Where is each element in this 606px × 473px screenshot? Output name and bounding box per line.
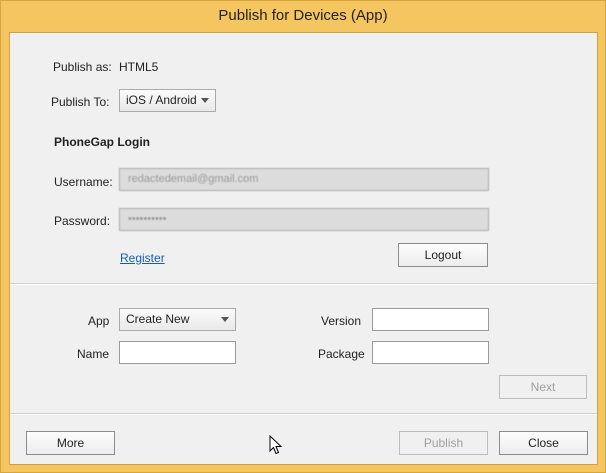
- publish-as-label: Publish as:: [53, 60, 112, 74]
- app-label: App: [88, 314, 110, 328]
- package-input[interactable]: [372, 341, 489, 364]
- app-selected: Create New: [126, 312, 190, 326]
- section-divider-2: [10, 413, 597, 415]
- dialog-title: Publish for Devices (App): [218, 7, 388, 24]
- publish-to-selected: iOS / Android: [126, 93, 197, 107]
- mouse-pointer-icon: [269, 435, 283, 455]
- chevron-down-icon: [221, 317, 229, 322]
- password-field[interactable]: ••••••••••: [119, 208, 489, 231]
- password-label: Password:: [54, 214, 111, 228]
- close-button[interactable]: Close: [499, 431, 588, 455]
- name-label: Name: [77, 347, 110, 361]
- dialog-body: Publish as: HTML5 Publish To: iOS / Andr…: [9, 32, 598, 465]
- logout-button[interactable]: Logout: [398, 243, 488, 267]
- next-button[interactable]: Next: [499, 375, 587, 399]
- package-label: Package: [318, 347, 365, 361]
- username-field[interactable]: redactedemail@gmail.com: [119, 168, 489, 191]
- username-label: Username:: [54, 175, 113, 189]
- publish-to-label: Publish To:: [51, 95, 110, 109]
- publish-button[interactable]: Publish: [399, 431, 488, 455]
- register-link[interactable]: Register: [120, 251, 165, 265]
- name-input[interactable]: [119, 341, 236, 364]
- app-dropdown[interactable]: Create New: [119, 308, 236, 331]
- publish-to-dropdown[interactable]: iOS / Android: [119, 89, 216, 112]
- chevron-down-icon: [201, 98, 209, 103]
- section-divider-1: [10, 283, 597, 285]
- publish-dialog-window: Publish for Devices (App) Publish as: HT…: [0, 0, 606, 473]
- more-button[interactable]: More: [26, 431, 115, 455]
- version-input[interactable]: [372, 308, 489, 331]
- version-label: Version: [321, 314, 362, 328]
- publish-as-value: HTML5: [119, 60, 159, 74]
- phonegap-login-heading: PhoneGap Login: [54, 135, 150, 149]
